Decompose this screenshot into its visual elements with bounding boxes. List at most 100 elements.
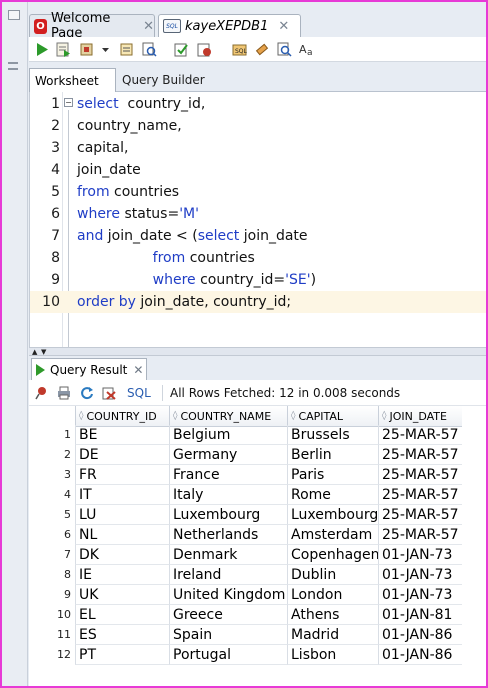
table-cell[interactable]: 25-MAR-57 <box>378 485 462 505</box>
run-statement-icon[interactable] <box>34 42 49 57</box>
table-cell[interactable]: Madrid <box>287 625 378 645</box>
sort-icon[interactable]: ◊ <box>291 411 295 421</box>
table-cell[interactable]: United Kingdom <box>169 585 287 605</box>
panel-handle-icon[interactable] <box>8 68 18 70</box>
sort-icon[interactable]: ◊ <box>79 411 83 421</box>
tab-worksheet[interactable]: Worksheet <box>29 68 116 92</box>
table-cell[interactable]: EL <box>75 605 169 625</box>
table-cell[interactable]: Lisbon <box>287 645 378 665</box>
format-icon[interactable]: Aa <box>299 42 316 57</box>
clear-icon[interactable] <box>254 42 269 57</box>
tab-query-result[interactable]: Query Result ✕ <box>31 358 147 380</box>
table-cell[interactable]: 01-JAN-81 <box>378 605 462 625</box>
print-icon[interactable] <box>57 386 71 400</box>
code-line[interactable]: 3 capital, <box>30 137 486 159</box>
table-cell[interactable]: 25-MAR-57 <box>378 525 462 545</box>
table-cell[interactable]: 25-MAR-57 <box>378 445 462 465</box>
run-script-icon[interactable] <box>56 42 71 57</box>
autotrace-icon[interactable] <box>80 42 95 57</box>
dropdown-arrow-icon[interactable] <box>101 42 110 57</box>
table-row[interactable]: 1 BE Belgium Brussels 25-MAR-57 <box>29 425 486 445</box>
column-header[interactable]: ◊ COUNTRY_NAME <box>169 406 287 427</box>
table-row[interactable]: 12 PT Portugal Lisbon 01-JAN-86 <box>29 645 486 665</box>
table-cell[interactable]: 01-JAN-86 <box>378 645 462 665</box>
table-cell[interactable]: Spain <box>169 625 287 645</box>
table-cell[interactable]: Luxembourg <box>287 505 378 525</box>
table-cell[interactable]: Amsterdam <box>287 525 378 545</box>
unshared-sql-icon[interactable]: SQL <box>232 42 247 57</box>
table-row[interactable]: 3 FR France Paris 25-MAR-57 <box>29 465 486 485</box>
table-cell[interactable]: 25-MAR-57 <box>378 505 462 525</box>
table-cell[interactable]: Denmark <box>169 545 287 565</box>
minimize-panel-icon[interactable] <box>8 10 20 20</box>
table-cell[interactable]: LU <box>75 505 169 525</box>
table-cell[interactable]: Portugal <box>169 645 287 665</box>
close-icon[interactable]: ✕ <box>133 363 143 377</box>
table-cell[interactable]: France <box>169 465 287 485</box>
sort-icon[interactable]: ◊ <box>173 411 177 421</box>
table-cell[interactable]: Athens <box>287 605 378 625</box>
table-cell[interactable]: Germany <box>169 445 287 465</box>
code-line[interactable]: 7 and join_date < (select join_date <box>30 225 486 247</box>
table-cell[interactable]: Copenhagen <box>287 545 378 565</box>
column-header[interactable]: ◊ CAPITAL <box>287 406 378 427</box>
code-line[interactable]: 6 where status='M' <box>30 203 486 225</box>
panel-handle-icon[interactable] <box>8 62 18 64</box>
tab-query-builder[interactable]: Query Builder <box>117 68 217 92</box>
collapse-up-icon[interactable]: ▲ <box>32 348 37 356</box>
table-cell[interactable]: NL <box>75 525 169 545</box>
table-cell[interactable]: Belgium <box>169 425 287 445</box>
table-cell[interactable]: BE <box>75 425 169 445</box>
result-grid[interactable]: ◊ COUNTRY_ID ◊ COUNTRY_NAME ◊ CAPITAL ◊ JOIN_DA… <box>29 406 486 686</box>
table-cell[interactable]: DK <box>75 545 169 565</box>
table-row[interactable]: 7 DK Denmark Copenhagen 01-JAN-73 <box>29 545 486 565</box>
table-cell[interactable]: Ireland <box>169 565 287 585</box>
table-cell[interactable]: 01-JAN-86 <box>378 625 462 645</box>
sql-link[interactable]: SQL <box>127 386 151 400</box>
table-cell[interactable]: Rome <box>287 485 378 505</box>
sort-icon[interactable]: ◊ <box>382 411 386 421</box>
close-icon[interactable]: ✕ <box>278 19 289 34</box>
table-cell[interactable]: 25-MAR-57 <box>378 425 462 445</box>
table-row[interactable]: 9 UK United Kingdom London 01-JAN-73 <box>29 585 486 605</box>
column-header[interactable]: ◊ COUNTRY_ID <box>75 406 169 427</box>
code-line[interactable]: 1 select country_id, <box>30 93 486 115</box>
tab-welcome-page[interactable]: O Welcome Page ✕ <box>29 11 155 41</box>
pin-icon[interactable] <box>35 386 49 400</box>
table-cell[interactable]: Brussels <box>287 425 378 445</box>
code-line[interactable]: 4 join_date <box>30 159 486 181</box>
collapse-down-icon[interactable]: ▼ <box>41 348 46 356</box>
sql-editor[interactable]: 1 select country_id, 2 country_name, 3 capita… <box>29 92 486 347</box>
table-cell[interactable]: London <box>287 585 378 605</box>
table-row[interactable]: 2 DE Germany Berlin 25-MAR-57 <box>29 445 486 465</box>
table-cell[interactable]: 25-MAR-57 <box>378 465 462 485</box>
table-cell[interactable]: 01-JAN-73 <box>378 585 462 605</box>
table-cell[interactable]: Berlin <box>287 445 378 465</box>
code-line[interactable]: 5 from countries <box>30 181 486 203</box>
column-header[interactable]: ◊ JOIN_DATE <box>378 406 462 427</box>
table-cell[interactable]: Greece <box>169 605 287 625</box>
tab-worksheet-connection[interactable]: SQL kayeXEPDB1 ✕ <box>158 14 301 37</box>
table-row[interactable]: 8 IE Ireland Dublin 01-JAN-73 <box>29 565 486 585</box>
table-row[interactable]: 4 IT Italy Rome 25-MAR-57 <box>29 485 486 505</box>
code-line[interactable]: 9 where country_id='SE') <box>30 269 486 291</box>
table-cell[interactable]: 01-JAN-73 <box>378 565 462 585</box>
code-line[interactable]: 8 from countries <box>30 247 486 269</box>
code-line[interactable]: 10 order by join_date, country_id; <box>30 291 486 313</box>
table-cell[interactable]: Luxembourg <box>169 505 287 525</box>
delete-icon[interactable] <box>102 386 116 400</box>
table-cell[interactable]: IE <box>75 565 169 585</box>
editor-result-splitter[interactable]: ▲ ▼ <box>29 347 486 356</box>
table-cell[interactable]: 01-JAN-73 <box>378 545 462 565</box>
refresh-icon[interactable] <box>80 386 94 400</box>
commit-icon[interactable] <box>174 42 189 57</box>
close-icon[interactable]: ✕ <box>143 19 154 34</box>
table-row[interactable]: 6 NL Netherlands Amsterdam 25-MAR-57 <box>29 525 486 545</box>
table-cell[interactable]: UK <box>75 585 169 605</box>
fold-toggle-icon[interactable]: − <box>64 98 73 107</box>
table-cell[interactable]: PT <box>75 645 169 665</box>
table-cell[interactable]: Dublin <box>287 565 378 585</box>
table-cell[interactable]: IT <box>75 485 169 505</box>
table-cell[interactable]: Italy <box>169 485 287 505</box>
code-line[interactable]: 2 country_name, <box>30 115 486 137</box>
